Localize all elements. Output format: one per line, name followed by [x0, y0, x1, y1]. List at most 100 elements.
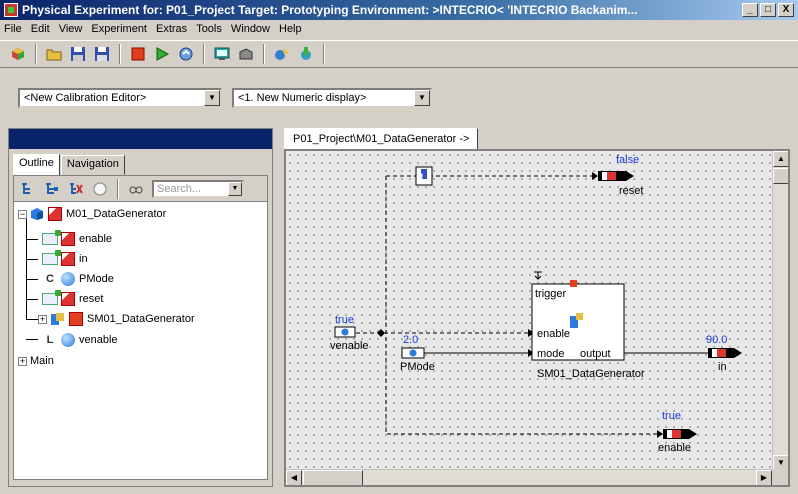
tab-navigation[interactable]: Navigation [60, 155, 125, 175]
flash-icon[interactable] [272, 44, 292, 64]
tree-node-in[interactable]: in [42, 250, 88, 268]
tree-node-venable[interactable]: L venable [42, 331, 118, 349]
reset-output-icon[interactable] [598, 171, 634, 181]
menu-bar: File Edit View Experiment Extras Tools W… [0, 20, 798, 38]
output-port: output [580, 348, 611, 360]
app-icon [4, 3, 18, 17]
venable-label: venable [330, 340, 369, 352]
tree-connector [26, 216, 27, 319]
calibration-editor-select[interactable]: <New Calibration Editor> ▼ [18, 88, 222, 108]
vertical-scrollbar[interactable]: ▲ ▼ [772, 151, 788, 471]
arrow-head [592, 172, 598, 180]
enable-label: enable [658, 442, 691, 454]
editor-selector-bar: <New Calibration Editor> ▼ <1. New Numer… [0, 84, 798, 110]
venable-input-icon[interactable] [334, 326, 356, 338]
tree-label-main: Main [30, 355, 54, 367]
expand-toggle[interactable]: + [18, 356, 27, 366]
tab-diagram[interactable]: P01_Project\M01_DataGenerator -> [284, 128, 479, 150]
tree-node-main[interactable]: + Main [18, 352, 54, 370]
expand-toggle[interactable]: + [38, 314, 47, 324]
monitor-icon[interactable] [212, 44, 232, 64]
tree-label-pmode: PMode [79, 273, 114, 285]
scroll-right-button[interactable]: ▶ [756, 470, 772, 485]
start-icon[interactable] [152, 44, 172, 64]
minimize-button[interactable]: _ [742, 3, 758, 17]
stop-icon[interactable] [128, 44, 148, 64]
menu-experiment[interactable]: Experiment [91, 23, 147, 35]
tree-collapse-icon[interactable] [66, 179, 86, 199]
enable-port: enable [537, 328, 570, 340]
menu-file[interactable]: File [4, 23, 22, 35]
numeric-display-select[interactable]: <1. New Numeric display> ▼ [232, 88, 432, 108]
tree-node-pmode[interactable]: C PMode [42, 270, 114, 288]
reload-icon[interactable] [176, 44, 196, 64]
tree-node-sm01[interactable]: + SM01_DataGenerator [38, 310, 195, 328]
chevron-down-icon[interactable]: ▼ [204, 90, 220, 106]
tree-connector [26, 339, 38, 340]
exclaim-label: ! [420, 172, 424, 184]
experiment-cube-icon[interactable] [8, 44, 28, 64]
tree-label-in: in [79, 253, 88, 265]
close-button[interactable]: X [778, 3, 794, 17]
scroll-up-button[interactable]: ▲ [773, 151, 788, 167]
message-icon [42, 290, 61, 305]
exclaim-block[interactable]: ! [415, 166, 433, 186]
pmode-value: 2.0 [403, 334, 418, 346]
diagram-canvas[interactable]: ! false reset true venable 2.0 PMode tri… [284, 149, 790, 487]
tab-outline[interactable]: Outline [13, 154, 60, 176]
diagram-editor: P01_Project\M01_DataGenerator -> ! false [280, 128, 790, 487]
save-all-icon[interactable] [92, 44, 112, 64]
menu-view[interactable]: View [59, 23, 83, 35]
hardware-icon[interactable] [236, 44, 256, 64]
menu-tools[interactable]: Tools [196, 23, 222, 35]
tree-label-sm01: SM01_DataGenerator [87, 313, 195, 325]
calibration-editor-value: <New Calibration Editor> [24, 92, 147, 104]
mode-port: mode [537, 348, 565, 360]
tree-node-root[interactable]: − M01_DataGenerator [18, 205, 166, 223]
chevron-down-icon[interactable]: ▼ [228, 181, 242, 196]
pmode-input-icon[interactable] [401, 347, 425, 359]
maximize-button[interactable]: □ [760, 3, 776, 17]
toolbar-separator [263, 44, 265, 64]
sm01-block[interactable] [531, 271, 625, 361]
signal-icon [61, 232, 75, 246]
search-placeholder: Search... [157, 182, 202, 195]
search-input[interactable]: Search... ▼ [152, 179, 244, 198]
filter-circle-icon[interactable] [90, 179, 110, 199]
signal-icon [61, 252, 75, 266]
tree-connector [26, 259, 38, 260]
menu-window[interactable]: Window [231, 23, 270, 35]
open-folder-icon[interactable] [44, 44, 64, 64]
menu-help[interactable]: Help [279, 23, 302, 35]
constant-icon: C [46, 273, 54, 285]
tree-node-enable[interactable]: enable [42, 230, 112, 248]
module-cube-icon [31, 208, 43, 220]
toolbar-separator [117, 178, 119, 199]
menu-edit[interactable]: Edit [31, 23, 50, 35]
scroll-left-button[interactable]: ◀ [286, 470, 302, 485]
collapse-toggle[interactable]: − [18, 209, 27, 219]
submodule-icon [51, 313, 64, 325]
pmode-label: PMode [400, 361, 435, 373]
tree-connector [26, 279, 38, 280]
main-toolbar [0, 40, 798, 68]
tree-node-reset[interactable]: reset [42, 290, 103, 308]
title-bar: Physical Experiment for: P01_Project Tar… [0, 0, 798, 20]
save-icon[interactable] [68, 44, 88, 64]
horizontal-scrollbar[interactable]: ◀ ▶ [286, 469, 772, 485]
reset-label: reset [619, 185, 643, 197]
download-icon[interactable] [296, 44, 316, 64]
signal-icon [48, 207, 62, 221]
scroll-thumb[interactable] [303, 470, 363, 485]
message-icon [42, 230, 61, 245]
chevron-down-icon[interactable]: ▼ [414, 90, 430, 106]
false-value: false [616, 154, 639, 166]
in-output-icon[interactable] [708, 348, 742, 358]
scroll-thumb[interactable] [773, 168, 788, 184]
enable-output-icon[interactable] [663, 429, 697, 439]
tree-expand-icon[interactable] [42, 179, 62, 199]
tree-layout-icon[interactable] [18, 179, 38, 199]
glasses-icon[interactable] [126, 179, 146, 199]
logic-icon: L [46, 334, 54, 346]
menu-extras[interactable]: Extras [156, 23, 187, 35]
